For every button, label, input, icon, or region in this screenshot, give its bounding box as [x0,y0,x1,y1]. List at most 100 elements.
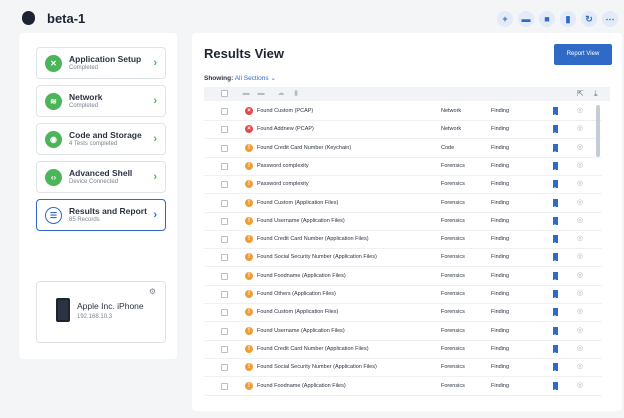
bookmark-icon[interactable] [553,180,558,190]
select-all-checkbox[interactable] [221,90,228,97]
eye-icon[interactable]: ◎ [577,106,583,114]
eye-icon[interactable]: ◎ [577,326,583,334]
eye-icon[interactable]: ◎ [577,143,583,151]
row-checkbox[interactable] [221,382,228,390]
filter-dropdown[interactable]: All Sections ⌄ [235,75,276,82]
eye-icon[interactable]: ◎ [577,161,583,169]
bookmark-icon[interactable] [553,253,558,263]
row-checkbox[interactable] [221,272,228,280]
row-checkbox[interactable] [221,327,228,335]
table-row[interactable]: ! Password complexity Forensics Finding ◎ [204,176,602,195]
report-view-button[interactable]: Report View [554,44,612,65]
folder-move-icon[interactable]: ▬ [256,89,266,99]
eye-icon[interactable]: ◎ [577,198,583,206]
table-row[interactable]: ! Found Others (Application Files) Forensi… [204,286,602,304]
finding-name: Found Username (Application Files) [257,327,345,334]
eye-icon[interactable]: ◎ [577,307,583,315]
table-row[interactable]: ! Found Credit Card Number (Application F… [204,341,602,359]
table-row[interactable]: ! Found Social Security Number (Applicati… [204,359,602,378]
row-checkbox[interactable] [221,254,228,262]
step-advanced-shell[interactable]: ‹› Advanced Shell Device Connected › [36,161,166,193]
table-row[interactable]: ! Password complexity Forensics Finding ◎ [204,158,602,176]
bookmark-icon[interactable] [553,198,558,208]
table-row[interactable]: ! Found Foodname (Application Files) Foren… [204,268,602,286]
finding-category: Forensics [441,181,465,188]
step-results-and-report[interactable]: ☰ Results and Report 85 Records › [36,199,166,231]
row-checkbox[interactable] [221,144,228,152]
row-checkbox[interactable] [221,162,228,170]
step-code-and-storage[interactable]: ◉ Code and Storage 4 Tests completed › [36,123,166,155]
table-row[interactable]: ! Found Foodname (Application Files) Foren… [204,378,602,396]
row-checkbox[interactable] [221,126,228,134]
gear-icon[interactable]: ⚙ [149,287,156,296]
finding-type: Finding [491,144,510,151]
eye-icon[interactable]: ◎ [577,271,583,279]
table-row[interactable]: ! Found Username (Application Files) Foren… [204,323,602,341]
finding-category: Code [441,144,455,151]
bookmark-icon[interactable] [553,107,558,116]
table-row[interactable]: ! Found Social Security Number (Applicati… [204,249,602,268]
eye-icon[interactable]: ◎ [577,234,583,242]
row-checkbox[interactable] [221,345,228,353]
download-icon[interactable]: ⤓ [594,88,598,100]
bookmark-icon[interactable] [553,271,558,281]
scrollbar[interactable] [596,103,600,403]
eye-icon[interactable]: ◎ [577,344,583,352]
row-checkbox[interactable] [221,217,228,225]
chevron-right-icon: › [153,171,157,183]
row-checkbox[interactable] [221,236,228,244]
warning-icon: ! [245,344,253,353]
trash-icon[interactable]: ▮ [560,11,576,27]
table-row[interactable]: ! Found Username (Application Files) Foren… [204,213,602,231]
folder-icon[interactable]: ▬ [518,11,534,27]
bookmark-icon[interactable] [553,161,558,171]
bookmark-icon[interactable] [553,381,558,391]
bookmark-icon[interactable] [553,344,558,354]
table-row[interactable]: ! Found Credit Card Number (Application F… [204,231,602,250]
trash-icon[interactable]: ▮ [291,89,301,99]
section-filter[interactable]: Showing: All Sections ⌄ [204,74,276,82]
bookmark-icon[interactable] [553,235,558,245]
table-row[interactable]: ! Found Custom (Application Files) Forensi… [204,304,602,323]
table-row[interactable]: × Found Custom (PCAP) Network Finding ◎ [204,103,602,121]
eye-icon[interactable]: ◎ [577,289,583,297]
note-icon[interactable]: ■ [539,11,555,27]
eye-icon[interactable]: ◎ [577,216,583,224]
table-row[interactable]: ! Found Custom (Application Files) Forensi… [204,195,602,213]
row-checkbox[interactable] [221,364,228,372]
chevron-right-icon: › [153,57,157,69]
step-application-setup[interactable]: ✕ Application Setup Completed › [36,47,166,79]
plus-icon[interactable]: + [497,11,513,27]
more-icon[interactable]: ⋯ [602,11,618,27]
finding-type: Finding [491,254,510,261]
row-checkbox[interactable] [221,291,228,298]
table-row[interactable]: × Found Addnew (PCAP) Network Finding ◎ [204,121,602,140]
finding-type: Finding [491,126,510,133]
row-checkbox[interactable] [221,181,228,189]
step-network[interactable]: ≋ Network Completed › [36,85,166,117]
finding-category: Forensics [441,382,465,389]
table-row[interactable]: ! Found Credit Card Number (Keychain) Code… [204,140,602,158]
eye-icon[interactable]: ◎ [577,381,583,389]
bookmark-icon[interactable] [553,143,558,153]
eye-icon[interactable]: ◎ [577,252,583,260]
folder-icon[interactable]: ▬ [241,89,251,99]
bookmark-icon[interactable] [553,308,558,318]
bookmark-icon[interactable] [553,125,558,135]
eye-icon[interactable]: ◎ [577,124,583,132]
eye-icon[interactable]: ◎ [577,362,583,370]
row-checkbox[interactable] [221,108,228,115]
export-icon[interactable]: ⇱ [577,88,584,100]
bookmark-icon[interactable] [553,326,558,336]
warning-icon: ! [245,161,253,170]
eye-icon[interactable]: ◎ [577,179,583,187]
scroll-thumb[interactable] [596,105,600,157]
bookmark-icon[interactable] [553,216,558,226]
refresh-icon[interactable]: ↻ [581,11,597,27]
bookmark-icon[interactable] [553,363,558,373]
cloud-icon[interactable]: ☁ [276,89,286,99]
row-checkbox[interactable] [221,199,228,207]
row-checkbox[interactable] [221,309,228,317]
app-setup-icon: ✕ [45,55,62,72]
bookmark-icon[interactable] [553,290,558,299]
